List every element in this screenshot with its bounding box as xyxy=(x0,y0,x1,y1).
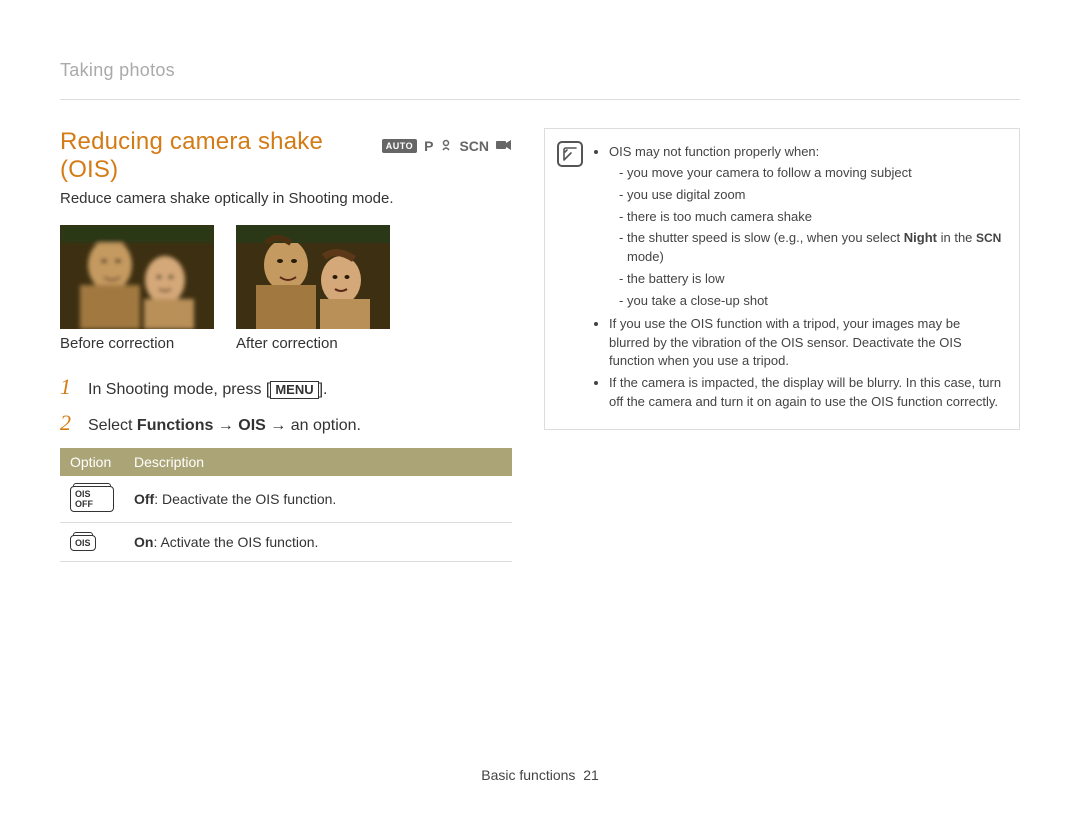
after-image xyxy=(236,225,390,329)
note-bullet-3: If the camera is impacted, the display w… xyxy=(609,374,1003,412)
step-2: 2 Select Functions → OIS → an option. xyxy=(60,410,512,436)
table-row: OIS On: Activate the OIS function. xyxy=(60,523,512,562)
step-2-number: 2 xyxy=(60,410,78,436)
step-1-number: 1 xyxy=(60,374,78,400)
note-icon xyxy=(557,141,583,167)
mode-p-icon: P xyxy=(424,138,433,154)
note-sub-4: the shutter speed is slow (e.g., when yo… xyxy=(627,229,1003,267)
mode-dual-icon xyxy=(440,138,452,154)
step-2-functions: Functions xyxy=(137,417,213,434)
note-bullet-2: If you use the OIS function with a tripo… xyxy=(609,315,1003,372)
mode-auto-icon: AUTO xyxy=(382,139,417,153)
left-column: Reducing camera shake (OIS) AUTO P SCN R… xyxy=(60,128,512,562)
off-label: Off xyxy=(134,491,154,507)
breadcrumb: Taking photos xyxy=(60,60,1020,81)
table-row: OIS OFF Off: Deactivate the OIS function… xyxy=(60,476,512,523)
step-2-prefix: Select xyxy=(88,417,137,434)
th-option: Option xyxy=(60,448,124,476)
after-caption: After correction xyxy=(236,335,390,352)
note-sub-3: there is too much camera shake xyxy=(627,208,1003,227)
steps-list: 1 In Shooting mode, press [MENU]. 2 Sele… xyxy=(60,374,512,436)
before-caption: Before correction xyxy=(60,335,214,352)
step-2-ois: OIS xyxy=(238,417,266,434)
note-sub-2: you use digital zoom xyxy=(627,186,1003,205)
mode-scn-icon: SCN xyxy=(459,138,489,154)
comparison-images: Before correction xyxy=(60,225,512,352)
step-2-arrow1: → xyxy=(213,417,238,434)
ois-off-icon: OIS OFF xyxy=(70,486,114,512)
mode-movie-icon xyxy=(496,138,512,154)
page-heading: Reducing camera shake (OIS) xyxy=(60,128,368,184)
mode-icons: AUTO P SCN xyxy=(382,138,512,154)
note-sub-6: you take a close-up shot xyxy=(627,292,1003,311)
note-box: OIS may not function properly when: you … xyxy=(544,128,1020,430)
before-image xyxy=(60,225,214,329)
on-desc: : Activate the OIS function. xyxy=(153,534,318,550)
section-divider xyxy=(60,99,1020,100)
scn-label: SCN xyxy=(976,231,1001,245)
intro-text: Reduce camera shake optically in Shootin… xyxy=(60,190,512,207)
night-label: Night xyxy=(904,230,937,245)
note-sub-5: the battery is low xyxy=(627,270,1003,289)
menu-button-label: MENU xyxy=(270,381,318,399)
step-2-suffix: → an option. xyxy=(266,417,361,434)
th-description: Description xyxy=(124,448,512,476)
off-desc: : Deactivate the OIS function. xyxy=(154,491,336,507)
step-1: 1 In Shooting mode, press [MENU]. xyxy=(60,374,512,400)
page-footer: Basic functions 21 xyxy=(0,767,1080,783)
options-table: Option Description OIS OFF Off: Deactiva… xyxy=(60,448,512,562)
right-column: OIS may not function properly when: you … xyxy=(544,128,1020,562)
ois-on-icon: OIS xyxy=(70,535,96,551)
note-sub-1: you move your camera to follow a moving … xyxy=(627,164,1003,183)
footer-page: 21 xyxy=(583,767,599,783)
step-1-prefix: In Shooting mode, press [ xyxy=(88,381,270,398)
step-1-suffix: ]. xyxy=(319,381,328,398)
on-label: On xyxy=(134,534,153,550)
note-intro: OIS may not function properly when: xyxy=(609,144,819,159)
footer-section: Basic functions xyxy=(481,767,575,783)
